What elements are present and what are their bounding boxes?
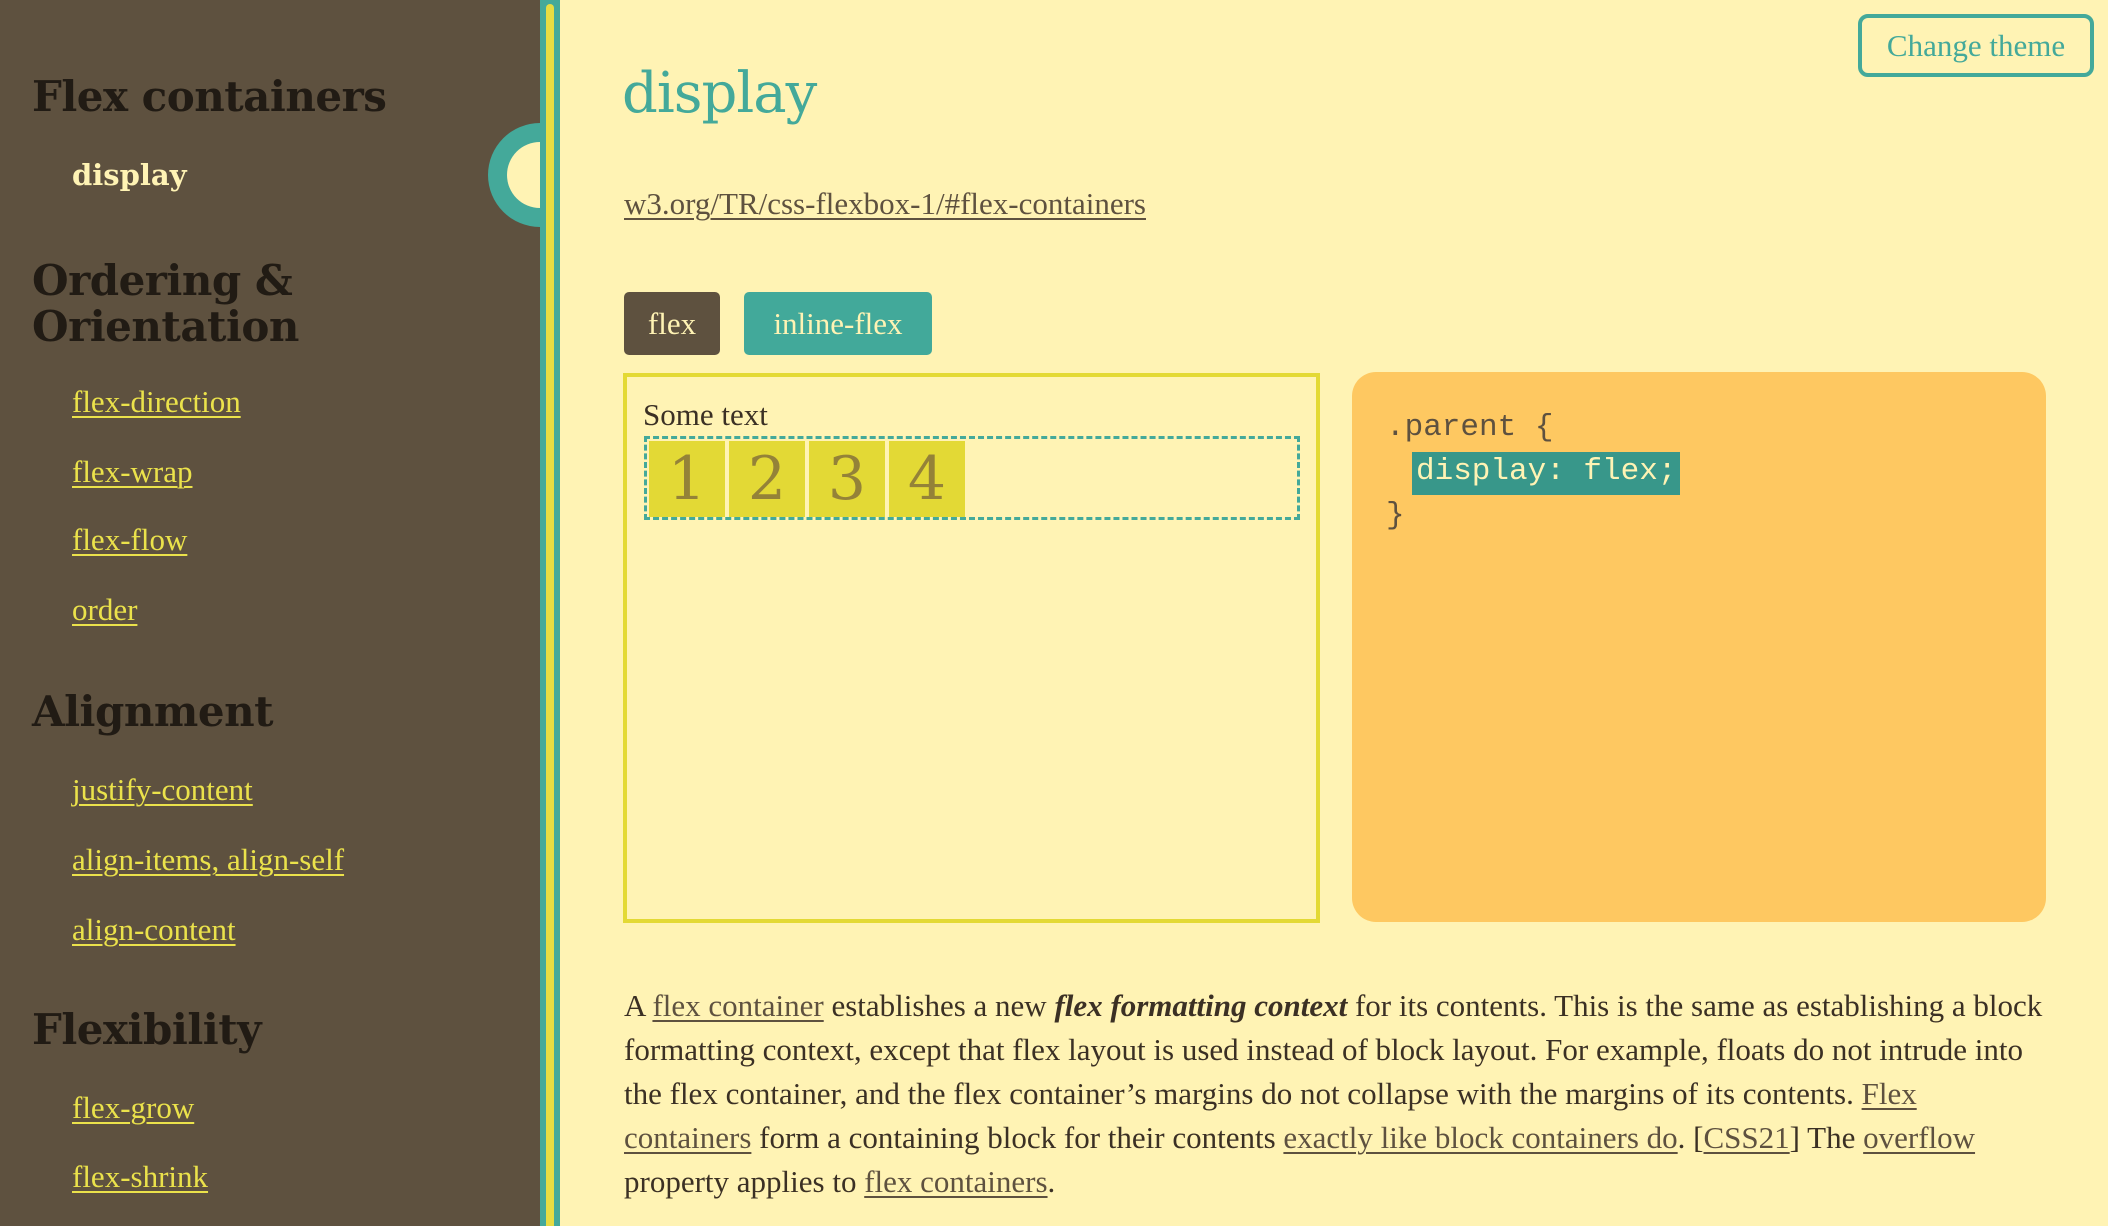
toggle-inline-flex-button[interactable]: inline-flex xyxy=(744,292,932,355)
sidebar-divider-stripe xyxy=(546,4,554,1226)
sidebar-item-order[interactable]: order xyxy=(72,590,137,630)
link-css21[interactable]: CSS21 xyxy=(1704,1120,1790,1155)
code-block: .parent { display: flex; } xyxy=(1386,406,1681,538)
nav-heading-alignment: Alignment xyxy=(32,687,274,736)
sidebar-item-flex-wrap[interactable]: flex-wrap xyxy=(72,452,193,492)
sidebar-item-display[interactable]: display xyxy=(72,155,187,195)
nav-heading-flexibility: Flexibility xyxy=(32,1005,262,1054)
demo-item: 4 xyxy=(889,441,965,517)
nav-heading-flex-containers: Flex containers xyxy=(32,72,387,121)
sidebar-item-align-content[interactable]: align-content xyxy=(72,910,236,950)
spec-link[interactable]: w3.org/TR/css-flexbox-1/#flex-containers xyxy=(624,184,1146,224)
sidebar-item-flex-shrink[interactable]: flex-shrink xyxy=(72,1157,208,1197)
demo-flex-parent: 1 2 3 4 xyxy=(644,436,1300,520)
term-flex-formatting-context: flex formatting context xyxy=(1054,988,1348,1023)
code-highlighted-declaration: display: flex; xyxy=(1412,452,1681,495)
change-theme-button[interactable]: Change theme xyxy=(1858,14,2094,77)
description-paragraph: A flex container establishes a new flex … xyxy=(624,984,2044,1204)
sidebar-divider xyxy=(540,0,560,1226)
demo-some-text: Some text xyxy=(643,397,768,432)
sidebar-item-justify-content[interactable]: justify-content xyxy=(72,770,253,810)
sidebar: Flex containers display Ordering & Orien… xyxy=(0,0,540,1226)
nav-heading-ordering-orientation: Ordering & Orientation xyxy=(32,256,299,351)
link-overflow[interactable]: overflow xyxy=(1863,1120,1975,1155)
text: ] The xyxy=(1789,1120,1864,1155)
demo-preview: Some text 1 2 3 4 xyxy=(623,373,1320,923)
demo-item: 1 xyxy=(649,441,725,517)
link-block-containers[interactable]: exactly like block containers do xyxy=(1283,1120,1677,1155)
text: form a containing block for their conten… xyxy=(751,1120,1284,1155)
code-selector-line: .parent { xyxy=(1386,410,1554,445)
sidebar-item-align-items-align-self[interactable]: align-items, align-self xyxy=(72,840,344,880)
sidebar-item-flex-flow[interactable]: flex-flow xyxy=(72,520,187,560)
page-title: display xyxy=(622,61,817,126)
text: . xyxy=(1047,1164,1056,1199)
sidebar-item-flex-direction[interactable]: flex-direction xyxy=(72,382,241,422)
link-flex-containers-2[interactable]: flex containers xyxy=(864,1164,1047,1199)
text: establishes a new xyxy=(823,988,1055,1023)
sidebar-item-flex-grow[interactable]: flex-grow xyxy=(72,1088,194,1128)
text: A xyxy=(624,988,653,1023)
demo-item: 2 xyxy=(729,441,805,517)
text: property applies to xyxy=(624,1164,865,1199)
demo-item: 3 xyxy=(809,441,885,517)
code-closing-brace: } xyxy=(1386,498,1405,533)
text: . [ xyxy=(1677,1120,1704,1155)
toggle-flex-button[interactable]: flex xyxy=(624,292,720,355)
code-panel: .parent { display: flex; } xyxy=(1352,372,2046,922)
link-flex-container[interactable]: flex container xyxy=(652,988,823,1023)
